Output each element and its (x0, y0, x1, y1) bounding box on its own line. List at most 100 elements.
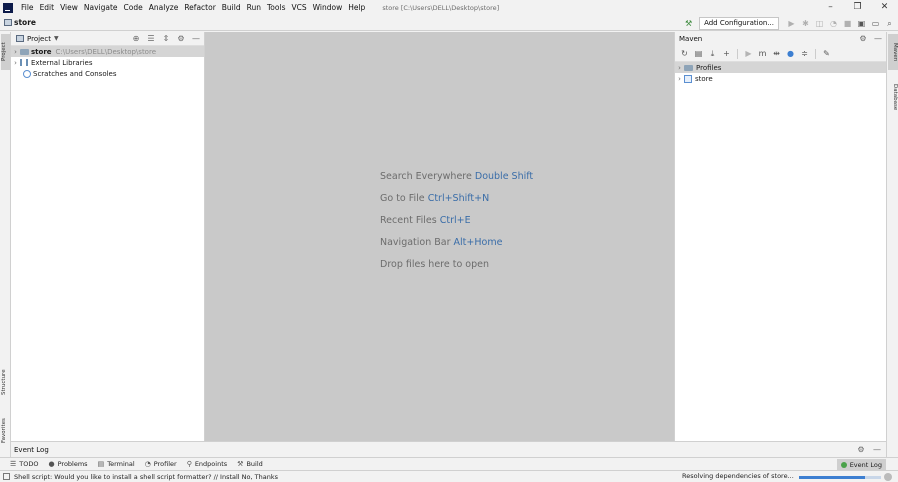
tab-event-log[interactable]: Event Log (836, 459, 886, 470)
skip-tests-icon[interactable]: ● (785, 48, 796, 59)
endpoints-icon: ⚲ (186, 460, 192, 468)
menu-navigate[interactable]: Navigate (81, 3, 121, 12)
menu-run[interactable]: Run (244, 3, 264, 12)
gear-icon[interactable]: ⚙ (176, 33, 186, 44)
hint-text: Drop files here to open (380, 259, 490, 270)
tab-build[interactable]: ⚒ Build (237, 460, 263, 468)
hammer-icon[interactable]: ⚒ (683, 18, 694, 29)
menu-help[interactable]: Help (345, 3, 368, 12)
project-view-selector[interactable]: Project (27, 35, 51, 43)
menu-file[interactable]: File (18, 3, 37, 12)
tab-label: Endpoints (194, 460, 228, 468)
profile-run-icon[interactable]: ◔ (828, 18, 839, 29)
tree-row-scratches[interactable]: Scratches and Consoles (11, 68, 204, 79)
gear-icon[interactable]: ⚙ (856, 444, 866, 455)
chevron-right-icon[interactable]: › (11, 48, 20, 56)
intellij-logo-icon (3, 2, 13, 13)
event-log-icon (840, 461, 847, 468)
menu-view[interactable]: View (57, 3, 81, 12)
cancel-process-icon[interactable] (884, 473, 892, 481)
search-icon[interactable]: ⌕ (884, 18, 895, 29)
menu-build[interactable]: Build (219, 3, 244, 12)
tab-problems[interactable]: ● Problems (49, 460, 88, 468)
hint-shortcut: Double Shift (474, 171, 534, 182)
add-configuration-button[interactable]: Add Configuration... (699, 16, 779, 30)
maven-tool-tab[interactable]: Maven (888, 34, 898, 70)
run-icon[interactable]: ▶ (743, 48, 754, 59)
project-view-icon (16, 35, 24, 42)
tab-label: Terminal (107, 460, 135, 468)
locate-icon[interactable]: ⊕ (131, 33, 141, 44)
hide-icon[interactable]: — (873, 33, 883, 44)
plus-icon[interactable]: + (721, 48, 732, 59)
maven-toolbar: ↻ ▤ ⤓ + ▶ m ⇹ ● ≑ ✎ (675, 46, 886, 62)
run-icon[interactable]: ▶ (786, 18, 797, 29)
collapse-icon[interactable]: ≑ (799, 48, 810, 59)
progress-bar[interactable] (799, 476, 881, 479)
chevron-down-icon[interactable]: ▼ (54, 35, 59, 42)
status-message[interactable]: Shell script: Would you like to install … (14, 473, 278, 481)
tab-label: Build (246, 460, 263, 468)
menu-refactor[interactable]: Refactor (181, 3, 218, 12)
chevron-right-icon[interactable]: › (675, 75, 684, 83)
menu-tools[interactable]: Tools (264, 3, 288, 12)
gear-icon[interactable]: ⚙ (858, 33, 868, 44)
collapse-all-icon[interactable]: ⇕ (161, 33, 171, 44)
hint-text: Recent Files (380, 215, 437, 226)
tab-profiler[interactable]: ◔ Profiler (145, 460, 177, 468)
tree-item-label: store (31, 47, 52, 56)
tab-terminal[interactable]: ▤ Terminal (98, 460, 135, 468)
hide-icon[interactable]: — (191, 33, 201, 44)
tree-item-label: External Libraries (31, 58, 93, 67)
download-icon[interactable]: ⤓ (707, 48, 718, 59)
reload-icon[interactable]: ↻ (679, 48, 690, 59)
expand-all-icon[interactable]: ☰ (146, 33, 156, 44)
project-tool-tab[interactable]: Project (1, 34, 10, 70)
tree-row-external-libraries[interactable]: › External Libraries (11, 57, 204, 68)
close-window-button[interactable]: ✕ (871, 0, 898, 15)
restore-button[interactable]: ❐ (844, 0, 871, 15)
execute-goal-icon[interactable]: m (757, 48, 768, 59)
layout-icon[interactable]: ▭ (870, 18, 881, 29)
toggle-offline-icon[interactable]: ⇹ (771, 48, 782, 59)
menu-edit[interactable]: Edit (37, 3, 58, 12)
minimize-button[interactable]: – (817, 0, 844, 15)
editor-area[interactable]: Search Everywhere Double Shift Go to Fil… (205, 32, 674, 441)
window-title: store [C:\Users\DELL\Desktop\store] (382, 3, 500, 12)
maven-item-label: Profiles (696, 63, 722, 72)
tab-todo[interactable]: ☰ TODO (10, 460, 39, 468)
stop-icon[interactable]: ■ (842, 18, 853, 29)
left-tool-stripe: Project Structure Favorites (0, 32, 11, 457)
status-toggle-icon[interactable] (3, 473, 10, 480)
menu-code[interactable]: Code (121, 3, 146, 12)
favorites-tool-tab[interactable]: Favorites (1, 410, 10, 452)
debug-icon[interactable]: ✱ (800, 18, 811, 29)
run-toolbar: ⚒ Add Configuration... ▶ ✱ ◫ ◔ ■ ▣ ▭ ⌕ (683, 16, 895, 30)
event-log-bar: Event Log ⚙ — (11, 441, 886, 457)
window-controls: – ❐ ✕ (817, 0, 898, 15)
list-icon: ☰ (10, 460, 17, 468)
maven-panel-header: Maven ⚙ — (675, 32, 886, 46)
hide-icon[interactable]: — (872, 444, 882, 455)
chevron-right-icon[interactable]: › (675, 64, 684, 72)
database-tool-tab[interactable]: Database (888, 76, 898, 118)
maven-row-store[interactable]: › store (675, 73, 886, 84)
terminal-icon: ▤ (97, 460, 105, 468)
profiles-folder-icon (684, 64, 693, 71)
progress-fill (799, 476, 865, 479)
project-panel-actions: ⊕ ☰ ⇕ ⚙ — (131, 33, 201, 44)
wrench-icon[interactable]: ✎ (821, 48, 832, 59)
menu-analyze[interactable]: Analyze (146, 3, 182, 12)
menu-window[interactable]: Window (310, 3, 346, 12)
coverage-icon[interactable]: ◫ (814, 18, 825, 29)
tab-endpoints[interactable]: ⚲ Endpoints (187, 460, 227, 468)
menu-vcs[interactable]: VCS (288, 3, 309, 12)
tree-item-label: Scratches and Consoles (33, 69, 117, 78)
chevron-right-icon[interactable]: › (11, 59, 20, 67)
structure-tool-tab[interactable]: Structure (1, 362, 10, 402)
project-structure-icon[interactable]: ▣ (856, 18, 867, 29)
generate-sources-icon[interactable]: ▤ (693, 48, 704, 59)
maven-row-profiles[interactable]: › Profiles (675, 62, 886, 73)
breadcrumb-store[interactable]: store (14, 18, 36, 27)
tree-row-store[interactable]: › store C:\Users\DELL\Desktop\store (11, 46, 204, 57)
